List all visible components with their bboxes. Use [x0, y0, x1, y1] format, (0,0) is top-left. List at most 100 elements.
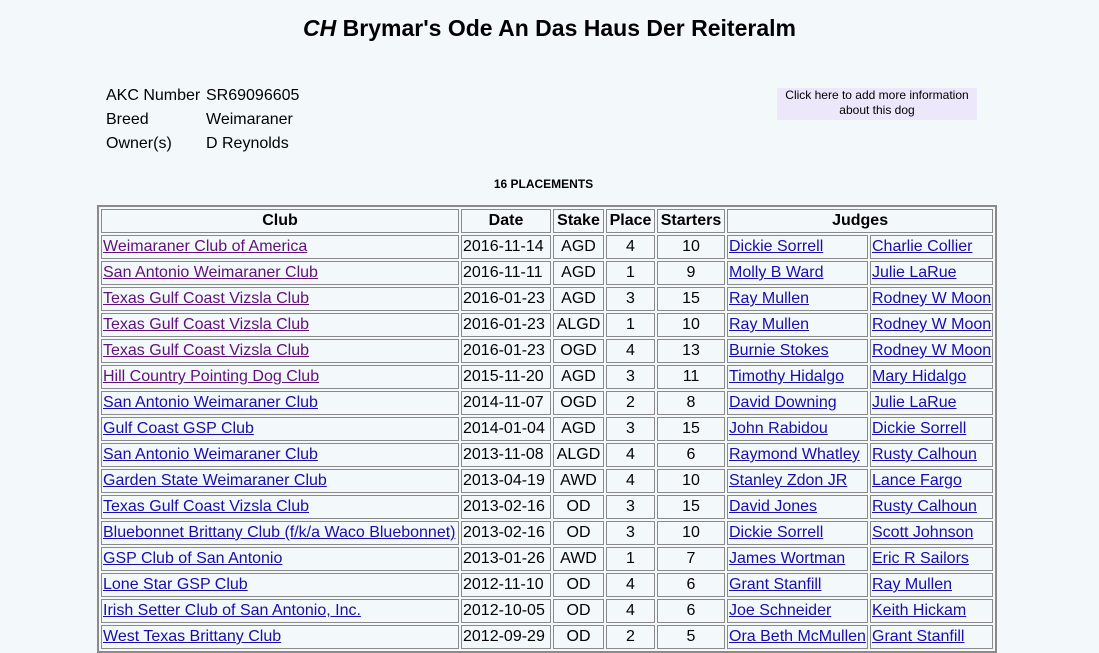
- add-info-button[interactable]: Click here to add more information about…: [777, 88, 977, 120]
- club-link[interactable]: Texas Gulf Coast Vizsla Club: [103, 342, 309, 359]
- stake-cell: AWD: [553, 547, 604, 571]
- col-header-starters: Starters: [657, 209, 725, 233]
- judge-link[interactable]: Scott Johnson: [872, 524, 973, 541]
- judge2-cell: Rusty Calhoun: [870, 495, 994, 519]
- detail-value: Weimaraner: [206, 111, 293, 128]
- club-link[interactable]: Gulf Coast GSP Club: [103, 420, 254, 437]
- judge-link[interactable]: Timothy Hidalgo: [729, 368, 844, 385]
- stake-cell: OGD: [553, 391, 604, 415]
- place-cell: 3: [606, 521, 655, 545]
- judge-link[interactable]: Ora Beth McMullen: [729, 628, 866, 645]
- club-link[interactable]: San Antonio Weimaraner Club: [103, 264, 318, 281]
- judge-link[interactable]: Julie LaRue: [872, 394, 957, 411]
- club-link[interactable]: Lone Star GSP Club: [103, 576, 248, 593]
- club-cell: Gulf Coast GSP Club: [101, 417, 459, 441]
- judge2-cell: Lance Fargo: [870, 469, 994, 493]
- judge-link[interactable]: Ray Mullen: [729, 290, 809, 307]
- judge-link[interactable]: John Rabidou: [729, 420, 828, 437]
- judge-link[interactable]: Grant Stanfill: [729, 576, 821, 593]
- club-link[interactable]: Garden State Weimaraner Club: [103, 472, 327, 489]
- judge-link[interactable]: Keith Hickam: [872, 602, 966, 619]
- club-cell: Weimaraner Club of America: [101, 235, 459, 259]
- judge-link[interactable]: Raymond Whatley: [729, 446, 860, 463]
- club-link[interactable]: West Texas Brittany Club: [103, 628, 281, 645]
- club-link[interactable]: Texas Gulf Coast Vizsla Club: [103, 498, 309, 515]
- place-cell: 4: [606, 235, 655, 259]
- judge-link[interactable]: Rodney W Moon: [872, 342, 991, 359]
- judge1-cell: Raymond Whatley: [727, 443, 868, 467]
- judge-link[interactable]: Ray Mullen: [729, 316, 809, 333]
- table-row: San Antonio Weimaraner Club 2014-11-07 OGD…: [101, 391, 994, 415]
- stake-cell: AWD: [553, 469, 604, 493]
- judge-link[interactable]: Ray Mullen: [872, 576, 952, 593]
- detail-owners: Owner(s) D Reynolds: [106, 132, 299, 156]
- club-link[interactable]: Hill Country Pointing Dog Club: [103, 368, 319, 385]
- judge-link[interactable]: Mary Hidalgo: [872, 368, 966, 385]
- place-cell: 2: [606, 625, 655, 649]
- judge1-cell: Joe Schneider: [727, 599, 868, 623]
- judge-link[interactable]: Rusty Calhoun: [872, 446, 977, 463]
- judge2-cell: Dickie Sorrell: [870, 417, 994, 441]
- judge-link[interactable]: Lance Fargo: [872, 472, 962, 489]
- stake-cell: OD: [553, 573, 604, 597]
- starters-cell: 5: [657, 625, 725, 649]
- club-cell: Texas Gulf Coast Vizsla Club: [101, 287, 459, 311]
- col-header-club: Club: [101, 209, 459, 233]
- club-link[interactable]: Irish Setter Club of San Antonio, Inc.: [103, 602, 361, 619]
- judge-link[interactable]: Molly B Ward: [729, 264, 824, 281]
- starters-cell: 7: [657, 547, 725, 571]
- club-cell: Texas Gulf Coast Vizsla Club: [101, 495, 459, 519]
- judge-link[interactable]: Burnie Stokes: [729, 342, 829, 359]
- judge1-cell: Dickie Sorrell: [727, 235, 868, 259]
- club-cell: San Antonio Weimaraner Club: [101, 443, 459, 467]
- stake-cell: ALGD: [553, 443, 604, 467]
- judge-link[interactable]: Rodney W Moon: [872, 316, 991, 333]
- place-cell: 4: [606, 573, 655, 597]
- starters-cell: 6: [657, 443, 725, 467]
- club-link[interactable]: Bluebonnet Brittany Club (f/k/a Waco Blu…: [103, 524, 456, 541]
- judge2-cell: Rusty Calhoun: [870, 443, 994, 467]
- judge-link[interactable]: Rodney W Moon: [872, 290, 991, 307]
- club-link[interactable]: Texas Gulf Coast Vizsla Club: [103, 316, 309, 333]
- judge1-cell: Grant Stanfill: [727, 573, 868, 597]
- club-link[interactable]: San Antonio Weimaraner Club: [103, 446, 318, 463]
- table-row: Garden State Weimaraner Club 2013-04-19 AW…: [101, 469, 994, 493]
- club-link[interactable]: Texas Gulf Coast Vizsla Club: [103, 290, 309, 307]
- judge-link[interactable]: Charlie Collier: [872, 238, 972, 255]
- judge-link[interactable]: Joe Schneider: [729, 602, 831, 619]
- place-cell: 3: [606, 495, 655, 519]
- club-link[interactable]: GSP Club of San Antonio: [103, 550, 282, 567]
- judge-link[interactable]: James Wortman: [729, 550, 845, 567]
- club-link[interactable]: San Antonio Weimaraner Club: [103, 394, 318, 411]
- judge-link[interactable]: David Jones: [729, 498, 817, 515]
- placements-count: 16 PLACEMENTS: [493, 177, 594, 191]
- date-cell: 2014-01-04: [461, 417, 551, 441]
- table-row: West Texas Brittany Club 2012-09-29 OD 2 5 Or…: [101, 625, 994, 649]
- judge2-cell: Julie LaRue: [870, 261, 994, 285]
- page-title: CH Brymar's Ode An Das Haus Der Reiteral…: [0, 0, 1099, 45]
- judge2-cell: Julie LaRue: [870, 391, 994, 415]
- judge-link[interactable]: David Downing: [729, 394, 837, 411]
- dog-details: AKC Number SR69096605 Breed Weimaraner O…: [106, 84, 299, 156]
- club-cell: West Texas Brittany Club: [101, 625, 459, 649]
- judge-link[interactable]: Grant Stanfill: [872, 628, 964, 645]
- place-cell: 4: [606, 469, 655, 493]
- judge-link[interactable]: Stanley Zdon JR: [729, 472, 847, 489]
- judge-link[interactable]: Julie LaRue: [872, 264, 957, 281]
- date-cell: 2016-01-23: [461, 287, 551, 311]
- judge-link[interactable]: Dickie Sorrell: [729, 238, 823, 255]
- stake-cell: AGD: [553, 287, 604, 311]
- stake-cell: OGD: [553, 339, 604, 363]
- club-cell: Bluebonnet Brittany Club (f/k/a Waco Blu…: [101, 521, 459, 545]
- judge2-cell: Eric R Sailors: [870, 547, 994, 571]
- place-cell: 2: [606, 391, 655, 415]
- judge-link[interactable]: Rusty Calhoun: [872, 498, 977, 515]
- col-header-judges: Judges: [727, 209, 994, 233]
- date-cell: 2014-11-07: [461, 391, 551, 415]
- detail-breed: Breed Weimaraner: [106, 108, 299, 132]
- judge1-cell: Dickie Sorrell: [727, 521, 868, 545]
- club-link[interactable]: Weimaraner Club of America: [103, 238, 307, 255]
- judge-link[interactable]: Dickie Sorrell: [872, 420, 966, 437]
- judge-link[interactable]: Eric R Sailors: [872, 550, 969, 567]
- judge-link[interactable]: Dickie Sorrell: [729, 524, 823, 541]
